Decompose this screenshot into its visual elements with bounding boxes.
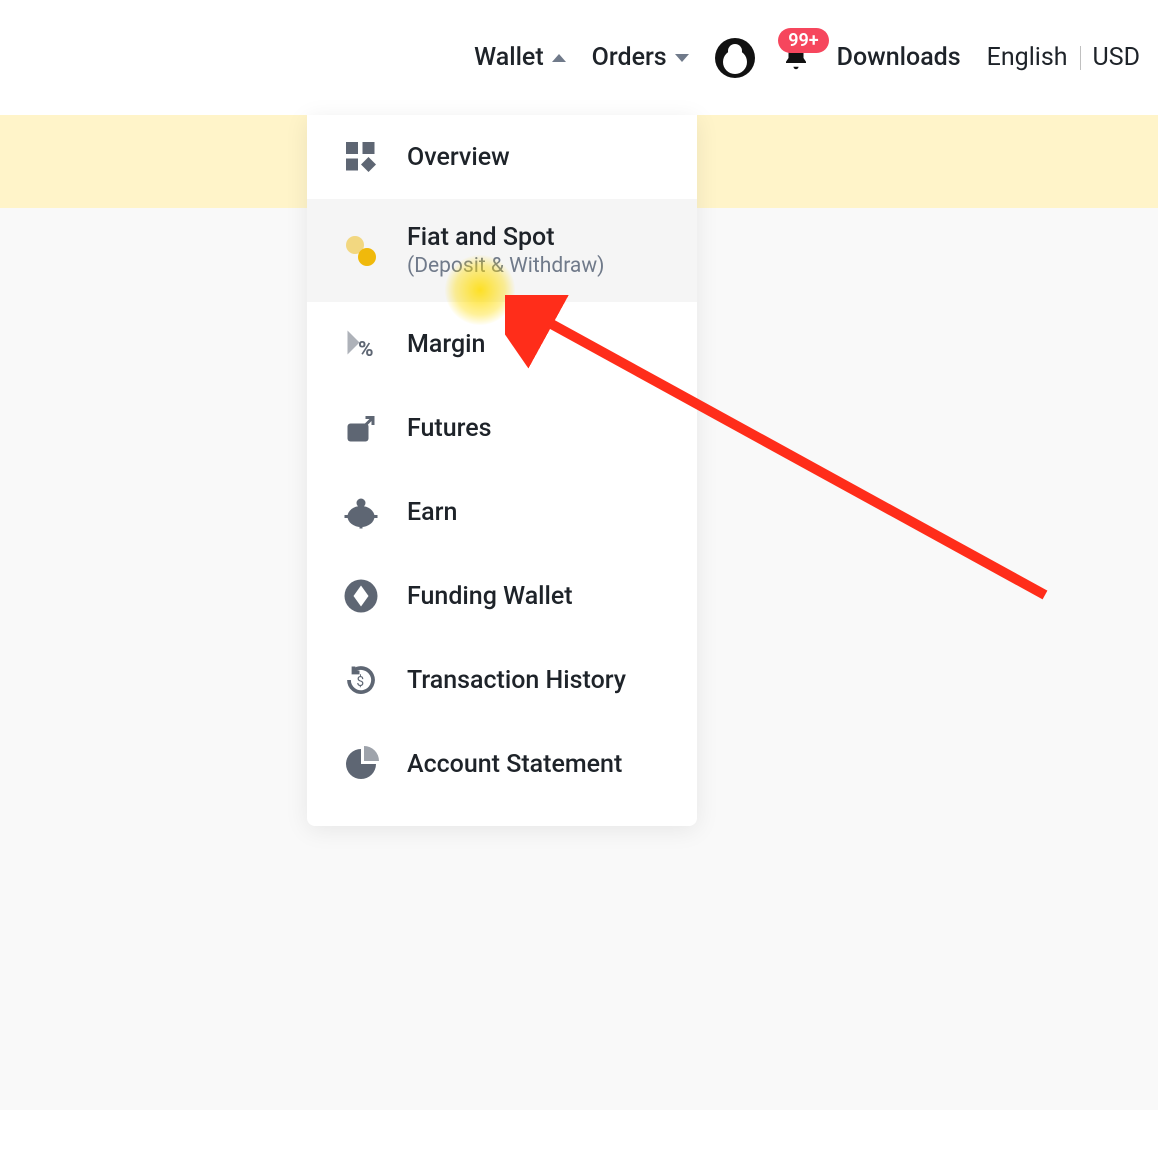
dropdown-item-history[interactable]: $ Transaction History [307, 638, 697, 722]
chevron-up-icon [552, 54, 566, 62]
dropdown-item-earn[interactable]: Earn [307, 470, 697, 554]
notifications-button[interactable]: 99+ [781, 43, 811, 73]
dropdown-item-funding[interactable]: Funding Wallet [307, 554, 697, 638]
nav-orders-label: Orders [592, 43, 667, 72]
nav-wallet[interactable]: Wallet [474, 43, 566, 72]
earn-icon [343, 494, 379, 530]
fiat-spot-icon [343, 233, 379, 269]
dropdown-label: Overview [407, 143, 510, 172]
dropdown-label: Transaction History [407, 666, 626, 695]
wallet-dropdown: Overview Fiat and Spot (Deposit & Withdr… [307, 115, 697, 826]
currency-label: USD [1093, 43, 1140, 72]
dropdown-item-statement[interactable]: Account Statement [307, 722, 697, 806]
funding-icon [343, 578, 379, 614]
overview-icon [343, 139, 379, 175]
futures-icon [343, 410, 379, 446]
dropdown-label: Funding Wallet [407, 582, 573, 611]
locale-switch[interactable]: English USD [987, 43, 1140, 72]
history-icon: $ [343, 662, 379, 698]
nav-orders[interactable]: Orders [592, 43, 689, 72]
separator [1080, 46, 1081, 70]
language-label: English [987, 43, 1068, 72]
dropdown-item-margin[interactable]: % Margin [307, 302, 697, 386]
dropdown-item-fiat-spot[interactable]: Fiat and Spot (Deposit & Withdraw) [307, 199, 697, 302]
dropdown-item-overview[interactable]: Overview [307, 115, 697, 199]
nav-downloads[interactable]: Downloads [837, 43, 961, 72]
topbar: Wallet Orders 99+ Downloads English USD [0, 0, 1158, 115]
statement-icon [343, 746, 379, 782]
dropdown-label: Fiat and Spot [407, 223, 604, 252]
dropdown-label: Margin [407, 330, 485, 359]
dropdown-label: Earn [407, 498, 457, 527]
margin-icon: % [343, 326, 379, 362]
dropdown-sublabel: (Deposit & Withdraw) [407, 254, 604, 278]
nav-downloads-label: Downloads [837, 43, 961, 72]
svg-text:$: $ [357, 674, 365, 690]
dropdown-label: Futures [407, 414, 492, 443]
dropdown-label: Account Statement [407, 750, 622, 779]
dropdown-item-futures[interactable]: Futures [307, 386, 697, 470]
nav-wallet-label: Wallet [474, 43, 544, 72]
svg-text:%: % [358, 338, 374, 362]
chevron-down-icon [675, 54, 689, 62]
notification-badge: 99+ [778, 28, 828, 54]
profile-icon[interactable] [715, 38, 755, 78]
